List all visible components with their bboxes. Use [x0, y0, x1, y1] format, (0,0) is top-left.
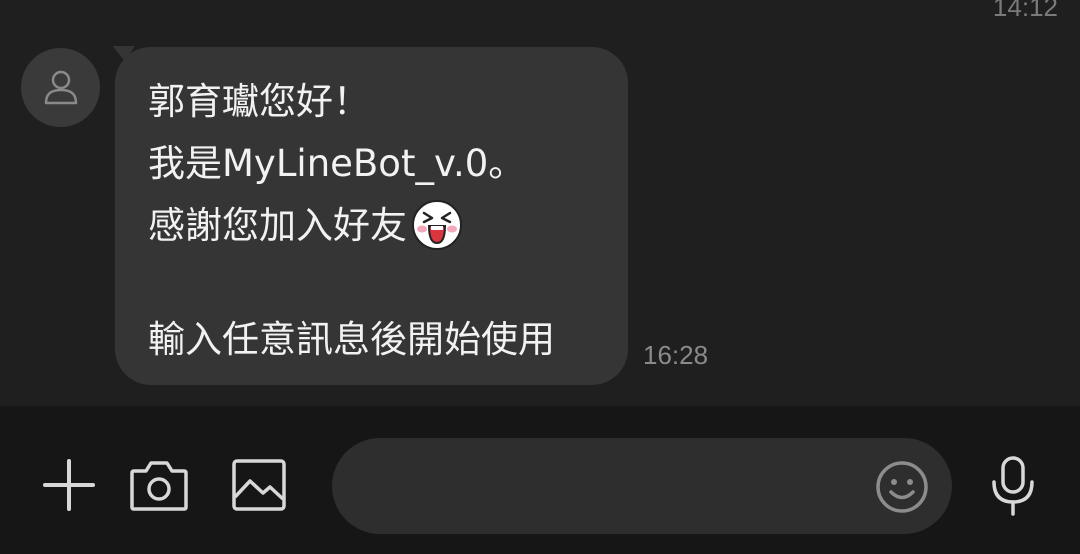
- message-line-greeting: 郭育瓛您好！: [148, 80, 370, 123]
- laughing-sticker-icon: [412, 199, 462, 250]
- message-line-thanks-text: 感謝您加入好友: [148, 204, 407, 247]
- plus-icon[interactable]: [40, 456, 98, 514]
- previous-message-timestamp: 14:12: [992, 0, 1058, 22]
- person-icon: [44, 70, 78, 105]
- input-bar: [0, 406, 1080, 554]
- message-line-thanks: 感謝您加入好友: [148, 195, 628, 257]
- message-bubble[interactable]: 郭育瓛您好！ 我是MyLineBot_v.0。 感謝您加入好友 輸入任意訊息後開…: [115, 47, 628, 385]
- message-line-bot-name: 我是MyLineBot_v.0。: [148, 142, 526, 185]
- message-timestamp: 16:28: [643, 340, 709, 370]
- microphone-icon[interactable]: [988, 454, 1038, 518]
- chat-area[interactable]: 14:12 郭育瓛您好！ 我是MyLineBot_v.0。 感謝您加入好友 輸入…: [0, 0, 1080, 406]
- message-line-instruction: 輸入任意訊息後開始使用: [148, 318, 555, 361]
- bot-avatar[interactable]: [21, 48, 100, 127]
- image-icon[interactable]: [230, 457, 288, 513]
- message-input[interactable]: [332, 438, 952, 534]
- smiley-icon[interactable]: [874, 459, 930, 515]
- camera-icon[interactable]: [128, 457, 190, 513]
